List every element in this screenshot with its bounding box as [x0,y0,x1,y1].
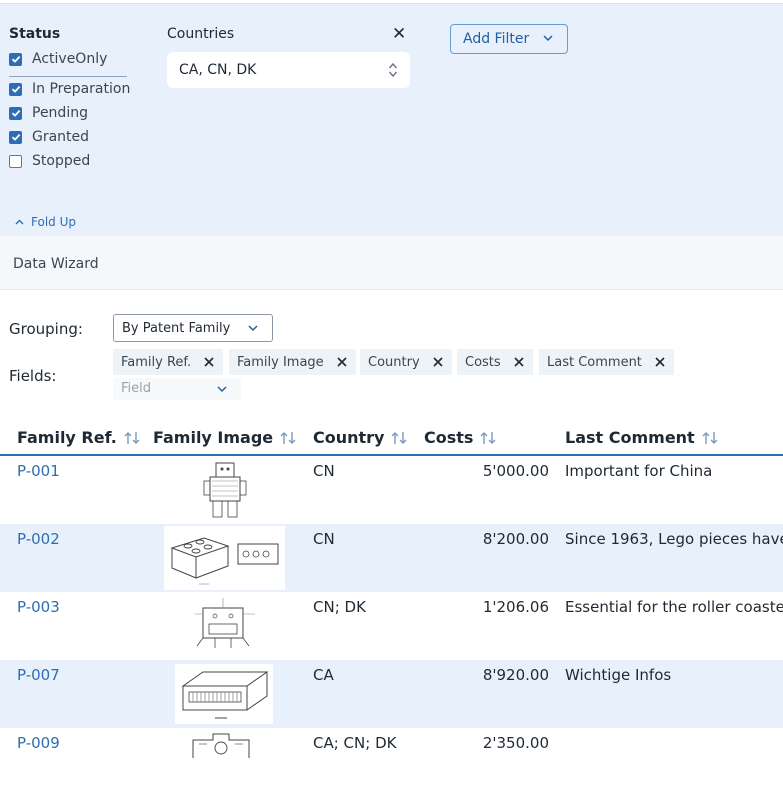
patent-drawing-cross-section-image[interactable] [185,594,263,658]
patent-drawing-block-image[interactable] [175,664,273,724]
chevron-down-icon [217,386,227,393]
field-chip-costs: Costs [457,349,533,375]
comment-cell: Wichtige Infos [565,666,671,684]
column-header-family-ref[interactable]: Family Ref. [17,428,141,447]
checkbox-unchecked-icon[interactable] [9,155,22,168]
status-option-label: Pending [32,105,88,121]
comment-cell: Since 1963, Lego pieces have [565,530,783,548]
family-ref-link[interactable]: P-002 [17,530,60,548]
fields-label: Fields: [9,367,57,385]
sort-icon[interactable] [279,431,297,445]
country-cell: CN; DK [313,598,366,616]
checkbox-checked-icon[interactable] [9,131,22,144]
column-header-label: Country [313,428,384,447]
costs-cell: 8'920.00 [420,666,549,684]
remove-field-icon[interactable] [654,356,666,368]
field-chip-label: Family Image [237,355,324,370]
sort-icon[interactable] [701,431,719,445]
grouping-value: By Patent Family [122,321,230,336]
column-header-label: Costs [424,428,473,447]
status-filter-title: Status [9,26,60,42]
filter-panel: Status ActiveOnly In Preparation Pending… [0,3,783,236]
remove-field-icon[interactable] [203,356,215,368]
data-wizard-header[interactable]: Data Wizard [0,236,783,290]
remove-field-icon[interactable] [432,356,444,368]
countries-value: CA, CN, DK [179,62,256,78]
remove-field-icon[interactable] [513,356,525,368]
column-header-last-comment[interactable]: Last Comment [565,428,719,447]
costs-cell: 8'200.00 [420,530,549,548]
add-filter-label: Add Filter [463,31,529,47]
status-option-label: ActiveOnly [32,51,107,67]
status-option-pending[interactable]: Pending [9,105,88,121]
sort-icon[interactable] [479,431,497,445]
field-chip-label: Family Ref. [121,355,191,370]
data-wizard-title: Data Wizard [13,256,99,272]
field-chip-label: Country [368,355,420,370]
countries-select[interactable]: CA, CN, DK [167,52,410,88]
updown-chevron-icon [388,61,398,79]
country-cell: CA [313,666,334,684]
field-chip-family-ref: Family Ref. [113,349,223,375]
family-ref-link[interactable]: P-009 [17,734,60,752]
country-cell: CN [313,462,335,480]
divider [9,76,127,77]
fold-up-label: Fold Up [31,215,76,229]
field-chip-family-image: Family Image [229,349,356,375]
column-header-label: Family Ref. [17,428,117,447]
status-option-label: Granted [32,129,89,145]
country-cell: CA; CN; DK [313,734,396,752]
field-chip-label: Last Comment [547,355,642,370]
checkbox-checked-icon[interactable] [9,53,22,66]
family-ref-link[interactable]: P-007 [17,666,60,684]
status-option-activeonly[interactable]: ActiveOnly [9,51,107,67]
family-ref-link[interactable]: P-001 [17,462,60,480]
column-header-label: Last Comment [565,428,695,447]
table-row[interactable]: P-002 CN 8'200.00 Since 1963, Lego piece… [0,524,783,592]
field-chip-last-comment: Last Comment [539,349,674,375]
status-option-stopped[interactable]: Stopped [9,153,90,169]
status-option-label: In Preparation [32,81,130,97]
status-option-label: Stopped [32,153,90,169]
status-option-in-preparation[interactable]: In Preparation [9,81,130,97]
table-header: Family Ref. Family Image Country Costs L… [0,424,783,456]
remove-field-icon[interactable] [336,356,348,368]
patent-drawing-robot-image[interactable] [200,459,250,523]
column-header-label: Family Image [153,428,273,447]
chevron-up-icon [15,219,24,225]
table-row[interactable]: P-009 CA; CN; DK 2'350.00 [0,728,783,796]
patent-drawing-mechanism-image[interactable] [189,732,253,758]
countries-filter-title: Countries [167,26,234,42]
add-filter-button[interactable]: Add Filter [450,24,568,54]
field-chip-label: Costs [465,355,501,370]
column-header-country[interactable]: Country [313,428,408,447]
chevron-down-icon [248,325,258,332]
chevron-down-icon [543,35,553,42]
column-header-family-image[interactable]: Family Image [153,428,297,447]
field-chip-country: Country [360,349,452,375]
remove-countries-filter-icon[interactable]: ✕ [392,24,406,44]
family-ref-link[interactable]: P-003 [17,598,60,616]
patent-drawing-brick-image[interactable] [164,526,285,590]
table-row[interactable]: P-007 CA 8'920.00 Wichtige Infos [0,660,783,728]
comment-cell: Essential for the roller coaste [565,598,783,616]
costs-cell: 2'350.00 [420,734,549,752]
fold-up-button[interactable]: Fold Up [15,215,76,229]
grouping-label: Grouping: [9,320,83,338]
costs-cell: 1'206.06 [420,598,549,616]
grouping-select[interactable]: By Patent Family [113,314,273,342]
sort-icon[interactable] [390,431,408,445]
sort-icon[interactable] [123,431,141,445]
checkbox-checked-icon[interactable] [9,83,22,96]
field-picker-input[interactable]: Field [113,378,241,400]
table-row[interactable]: P-003 CN; DK 1'206.06 Essential for the … [0,592,783,660]
table-row[interactable]: P-001 CN 5'000.00 Important for China [0,456,783,524]
column-header-costs[interactable]: Costs [424,428,497,447]
field-picker-placeholder: Field [121,381,151,396]
checkbox-checked-icon[interactable] [9,107,22,120]
costs-cell: 5'000.00 [420,462,549,480]
status-option-granted[interactable]: Granted [9,129,89,145]
comment-cell: Important for China [565,462,712,480]
country-cell: CN [313,530,335,548]
